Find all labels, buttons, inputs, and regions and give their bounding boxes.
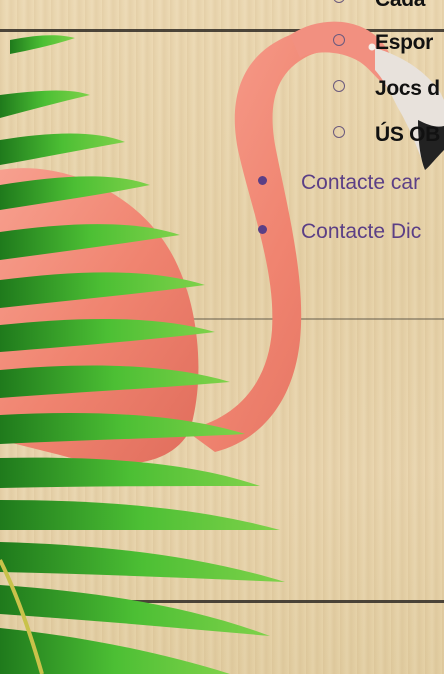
hollow-circle-bullet-icon (333, 34, 345, 47)
menu-link-contacte-dic[interactable]: Contacte Dic (258, 220, 421, 244)
submenu-item[interactable]: Espor (333, 31, 433, 55)
menu-link-contacte-car[interactable]: Contacte car (258, 171, 420, 195)
filled-dot-bullet-icon (258, 175, 267, 185)
hollow-circle-bullet-icon (333, 126, 345, 139)
submenu-item[interactable]: ÚS OB (333, 123, 440, 147)
submenu-item[interactable]: Jocs d (333, 77, 440, 101)
hollow-circle-bullet-icon (333, 0, 345, 4)
filled-dot-bullet-icon (258, 224, 267, 234)
dropdown-menu: Cada Espor Jocs d ÚS OB Contacte car Con… (0, 0, 444, 674)
hollow-circle-bullet-icon (333, 80, 345, 93)
submenu-item[interactable]: Cada (333, 0, 425, 12)
